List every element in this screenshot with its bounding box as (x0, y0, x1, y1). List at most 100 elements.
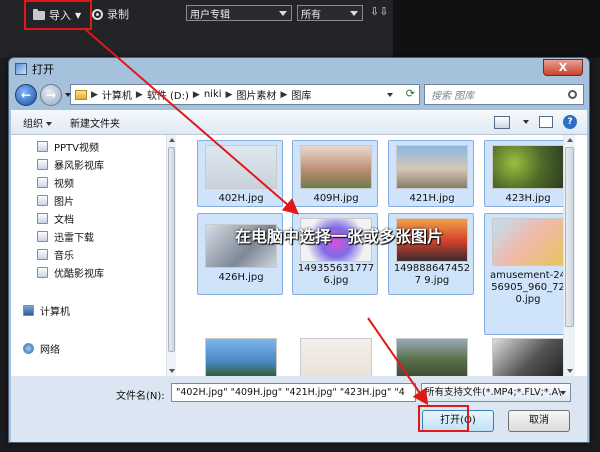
nav-scrollbar[interactable] (166, 135, 176, 376)
filename-label: 文件名(N): (116, 391, 165, 402)
nav-item-documents[interactable]: 文档 (37, 211, 74, 226)
nav-item-pictures[interactable]: 图片 (37, 193, 74, 208)
view-dropdown-icon[interactable] (523, 120, 529, 124)
nav-item-label: 暴风影视库 (54, 160, 104, 172)
nav-item-label: 优酷影视库 (54, 268, 104, 280)
file-item[interactable]: amusement-2456905_960_720.jpg (484, 213, 570, 335)
breadcrumb-separator-icon[interactable]: ▶ (226, 90, 233, 100)
address-row: ← → ▶ 计算机 ▶ 软件 (D:) ▶ niki ▶ 图片素材 ▶ 图库 ⟳… (9, 80, 589, 110)
file-thumbnail (396, 145, 468, 189)
preview-pane-icon[interactable] (539, 116, 553, 128)
organize-button[interactable]: 组织 (23, 115, 52, 130)
file-thumbnail (300, 338, 372, 376)
breadcrumb-separator-icon[interactable]: ▶ (136, 90, 143, 100)
file-thumbnail (492, 338, 564, 376)
nav-item-music[interactable]: 音乐 (37, 247, 74, 262)
dialog-titlebar: 打开 (9, 58, 589, 80)
file-thumbnail (492, 145, 564, 189)
new-folder-button[interactable]: 新建文件夹 (70, 115, 120, 130)
dialog-toolbar: 组织 新建文件夹 ? (11, 110, 587, 135)
scroll-down-icon[interactable] (169, 369, 175, 373)
file-item[interactable]: 421H.jpg (388, 140, 474, 207)
nav-item-label: 计算机 (40, 306, 70, 318)
album-filter-select[interactable]: 用户专辑 (186, 5, 292, 21)
file-item[interactable]: 423H.jpg (484, 140, 570, 207)
file-item[interactable] (197, 335, 283, 376)
dropdown-arrow-icon (46, 121, 52, 126)
breadcrumb-computer[interactable]: 计算机 (102, 87, 132, 102)
open-file-dialog: 打开 X ← → ▶ 计算机 ▶ 软件 (D:) ▶ niki ▶ 图片素材 ▶… (8, 57, 590, 443)
back-button[interactable]: ← (15, 84, 37, 106)
sort-icon[interactable]: ⇩⇩ (370, 5, 388, 18)
file-list-scrollbar[interactable] (563, 135, 575, 376)
help-icon[interactable]: ? (563, 115, 577, 129)
file-thumbnail (396, 338, 468, 376)
breadcrumb-drive[interactable]: 软件 (D:) (147, 87, 189, 102)
nav-item-videos[interactable]: 视频 (37, 175, 74, 190)
dropdown-arrow-icon: ▼ (75, 10, 82, 20)
scroll-up-icon[interactable] (169, 138, 175, 142)
file-item[interactable]: 409H.jpg (292, 140, 378, 207)
file-thumbnail (492, 218, 564, 266)
library-icon (37, 140, 48, 152)
picture-library-icon (37, 194, 48, 206)
nav-item-label: PPTV视频 (54, 142, 100, 154)
change-view-icon[interactable] (494, 115, 510, 129)
address-dropdown-icon[interactable] (387, 93, 393, 97)
address-bar[interactable]: ▶ 计算机 ▶ 软件 (D:) ▶ niki ▶ 图片素材 ▶ 图库 ⟳ (70, 84, 420, 105)
file-thumbnail (300, 145, 372, 189)
cancel-button[interactable]: 取消 (508, 410, 570, 432)
navigation-pane: PPTV视频 暴风影视库 视频 图片 文档 迅雷下载 音乐 优酷影视库 计算机 … (11, 135, 176, 376)
forward-button[interactable]: → (40, 84, 62, 106)
search-placeholder: 搜索 图库 (431, 91, 475, 102)
chevron-down-icon (560, 391, 566, 395)
type-filter-select[interactable]: 所有 (297, 5, 363, 21)
nav-item-computer[interactable]: 计算机 (23, 303, 70, 318)
dialog-footer: 文件名(N): "402H.jpg" "409H.jpg" "421H.jpg"… (11, 376, 587, 442)
file-item[interactable] (292, 335, 378, 376)
scroll-down-icon[interactable] (567, 369, 573, 373)
scroll-thumb[interactable] (565, 147, 574, 327)
filename-input[interactable]: "402H.jpg" "409H.jpg" "421H.jpg" "423H.j… (171, 383, 416, 402)
nav-item-pptv[interactable]: PPTV视频 (37, 139, 100, 154)
refresh-icon[interactable]: ⟳ (406, 87, 415, 100)
file-item[interactable] (484, 335, 570, 376)
file-list: 402H.jpg 409H.jpg 421H.jpg 423H.jpg 426H… (178, 135, 575, 376)
nav-item-network[interactable]: 网络 (23, 341, 60, 356)
app-toolbar: 导入 ▼ 录制 用户专辑 所有 ⇩⇩ (0, 0, 600, 58)
file-name: 426H.jpg (218, 272, 264, 283)
breadcrumb-niki[interactable]: niki (204, 89, 222, 100)
breadcrumb-separator-icon[interactable]: ▶ (91, 90, 98, 100)
record-button[interactable]: 录制 (92, 6, 129, 22)
nav-item-label: 网络 (40, 344, 60, 356)
dialog-title: 打开 (32, 63, 54, 76)
file-name: amusement-2456905_960_720.jpg (489, 270, 567, 305)
chevron-down-icon (350, 10, 358, 16)
search-icon (568, 90, 577, 99)
computer-icon (23, 304, 34, 316)
app-dark-panel (393, 0, 600, 58)
file-name: 409H.jpg (313, 193, 359, 204)
music-library-icon (37, 248, 48, 260)
file-item[interactable]: 402H.jpg (197, 140, 283, 207)
breadcrumb-separator-icon[interactable]: ▶ (193, 90, 200, 100)
nav-item-baofeng[interactable]: 暴风影视库 (37, 157, 104, 172)
nav-item-xunlei[interactable]: 迅雷下载 (37, 229, 94, 244)
nav-item-label: 文档 (54, 214, 74, 226)
record-icon (92, 8, 103, 20)
scroll-thumb[interactable] (168, 147, 175, 352)
breadcrumb-separator-icon[interactable]: ▶ (280, 90, 287, 100)
album-filter-value: 用户专辑 (190, 9, 230, 21)
file-item[interactable] (388, 335, 474, 376)
breadcrumb-gallery[interactable]: 图库 (291, 87, 311, 102)
scroll-up-icon[interactable] (567, 138, 573, 142)
view-controls: ? (494, 115, 577, 129)
file-type-select[interactable]: 所有支持文件(*.MP4;*.FLV;*.A\ (421, 383, 571, 402)
file-name: 402H.jpg (218, 193, 264, 204)
breadcrumb-picture-assets[interactable]: 图片素材 (236, 87, 276, 102)
import-button[interactable]: 导入 ▼ (24, 0, 92, 30)
search-input[interactable]: 搜索 图库 (424, 84, 584, 105)
close-button[interactable]: X (543, 59, 583, 76)
nav-item-youku[interactable]: 优酷影视库 (37, 265, 104, 280)
file-name: 423H.jpg (505, 193, 551, 204)
